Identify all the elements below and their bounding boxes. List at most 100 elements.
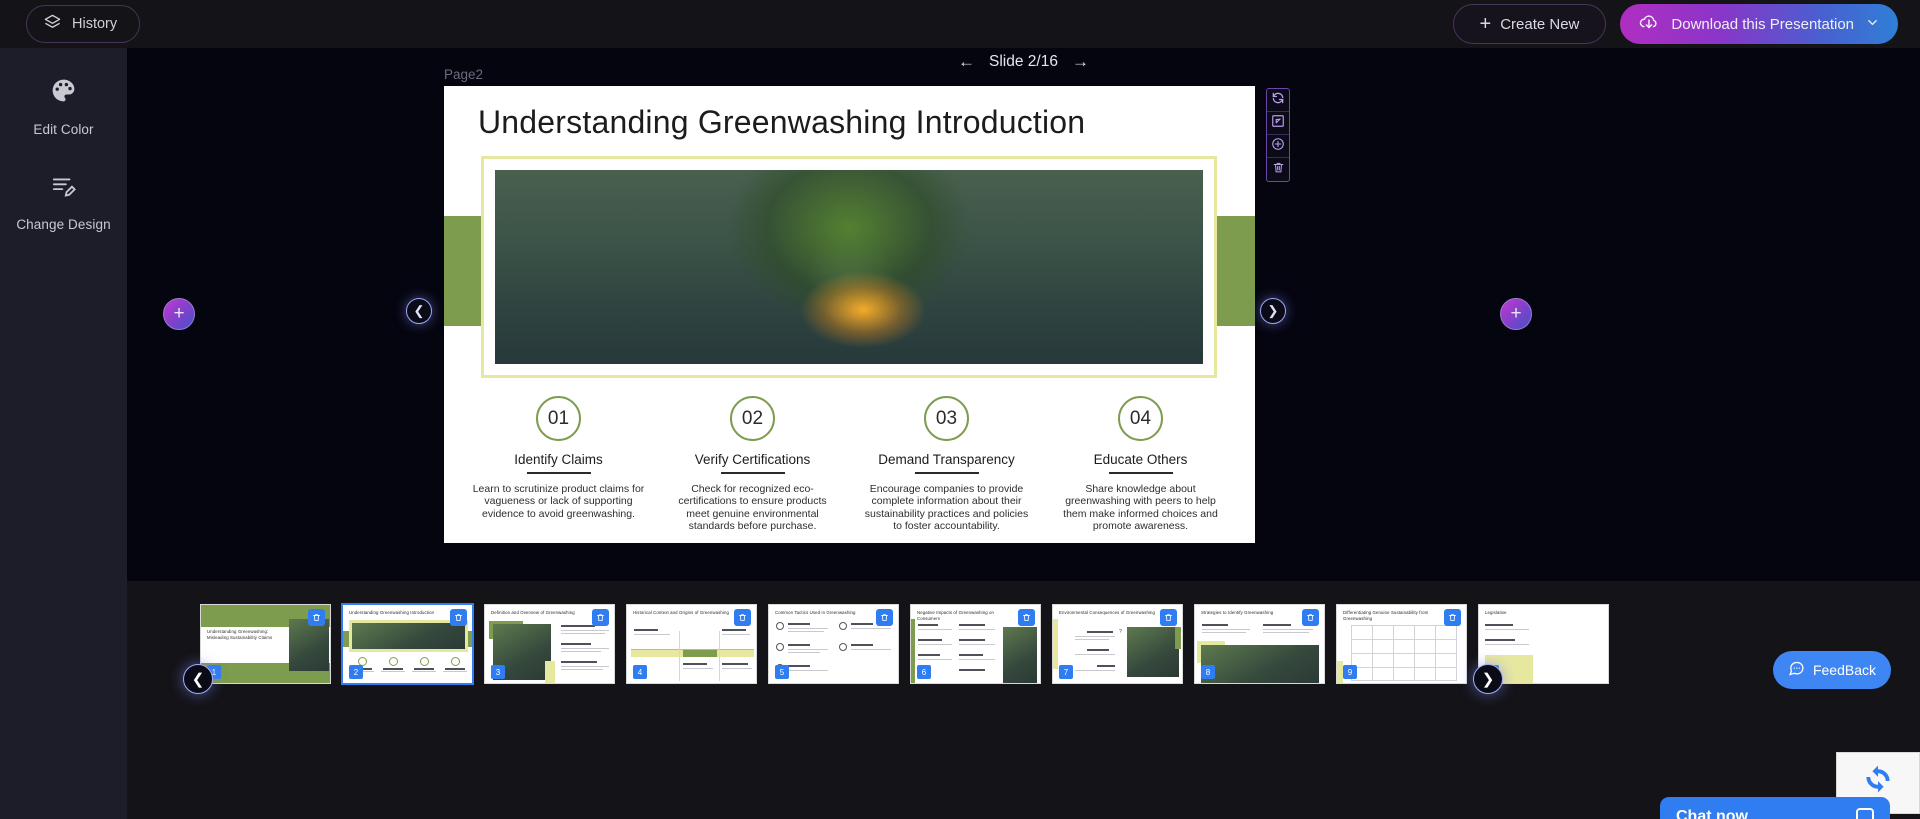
chat-now-widget[interactable]: Chat now bbox=[1660, 797, 1890, 819]
feedback-button[interactable]: FeedBack bbox=[1773, 651, 1891, 689]
slide-canvas[interactable]: Understanding Greenwashing Introduction … bbox=[444, 86, 1255, 543]
slide-tools-toolbar bbox=[1266, 88, 1290, 182]
thumbnail-item[interactable]: Differentiating Genuine Sustainability f… bbox=[1336, 604, 1467, 684]
step-number: 03 bbox=[924, 396, 969, 441]
thumbnail-title: Strategies to Identify Greenwashing bbox=[1201, 610, 1274, 615]
thumbnail-item[interactable]: Understanding Greenwashing: Misleading S… bbox=[200, 604, 331, 684]
slide-steps: 01 Identify Claims Learn to scrutinize p… bbox=[462, 396, 1237, 533]
thumbnail-title: Understanding Greenwashing Introduction bbox=[349, 610, 435, 615]
slide-stage: ← Slide 2/16 → Page2 + + ❮ ❯ Understandi… bbox=[127, 48, 1920, 581]
slide-title: Understanding Greenwashing Introduction bbox=[478, 104, 1086, 140]
thumbnail-delete-button[interactable] bbox=[734, 609, 751, 626]
thumbnail-number: 5 bbox=[775, 665, 789, 679]
thumbnail-title: Historical Context and Origins of Greenw… bbox=[633, 610, 730, 615]
sidebar-item-label: Edit Color bbox=[33, 122, 94, 137]
add-slide-button[interactable] bbox=[1267, 135, 1289, 158]
slide-navigation: ← Slide 2/16 → bbox=[127, 48, 1920, 76]
thumbnail-item[interactable]: Historical Context and Origins of Greenw… bbox=[626, 604, 757, 684]
thumbnail-item[interactable]: Negative Impacts of Greenwashing on Cons… bbox=[910, 604, 1041, 684]
plus-circle-icon bbox=[1271, 137, 1285, 156]
add-slide-right-button[interactable]: + bbox=[1500, 298, 1532, 330]
step-body: Learn to scrutinize product claims for v… bbox=[472, 482, 645, 520]
thumbnail-title: Negative Impacts of Greenwashing on Cons… bbox=[917, 610, 995, 622]
feedback-label: FeedBack bbox=[1812, 662, 1877, 678]
refresh-icon bbox=[1271, 91, 1285, 110]
slide-counter-label: Slide 2/16 bbox=[989, 53, 1058, 70]
download-presentation-label: Download this Presentation bbox=[1671, 15, 1854, 33]
slide-step: 03 Demand Transparency Encourage compani… bbox=[850, 396, 1043, 533]
resize-slide-button[interactable] bbox=[1267, 112, 1289, 135]
step-heading: Educate Others bbox=[1093, 452, 1188, 467]
thumbnail-number: 8 bbox=[1201, 665, 1215, 679]
thumbnail-title: Common Tactics Used in Greenwashing bbox=[775, 610, 856, 615]
arrow-right-icon[interactable]: → bbox=[1072, 52, 1089, 72]
thumbnail-number: 3 bbox=[491, 665, 505, 679]
slide-step: 02 Verify Certifications Check for recog… bbox=[656, 396, 849, 533]
thumbnail-delete-button[interactable] bbox=[1160, 609, 1177, 626]
thumbnail-item-active[interactable]: Understanding Greenwashing Introduction … bbox=[341, 603, 474, 685]
filmstrip-next-button[interactable]: ❯ bbox=[1473, 664, 1503, 694]
step-number: 01 bbox=[536, 396, 581, 441]
thumbnail-delete-button[interactable] bbox=[1302, 609, 1319, 626]
create-new-label: Create New bbox=[1500, 15, 1580, 33]
next-slide-button[interactable]: ❯ bbox=[1260, 298, 1286, 324]
thumbnail-delete-button[interactable] bbox=[450, 609, 467, 626]
arrow-left-icon[interactable]: ← bbox=[958, 52, 975, 72]
chat-now-label: Chat now bbox=[1676, 808, 1748, 819]
left-sidebar: Edit Color Change Design bbox=[0, 48, 127, 819]
previous-slide-button[interactable]: ❮ bbox=[406, 298, 432, 324]
chat-square-icon bbox=[1856, 808, 1874, 819]
presentation-editor-app: History + Create New Download this Prese… bbox=[0, 0, 1920, 819]
sidebar-item-label: Change Design bbox=[16, 217, 111, 232]
thumbnail-title: Environmental Consequences of Greenwashi… bbox=[1059, 610, 1156, 615]
chat-bubble-icon bbox=[1788, 660, 1805, 680]
thumbnail-number: 7 bbox=[1059, 665, 1073, 679]
step-divider bbox=[1108, 472, 1173, 474]
thumbnail-number: 6 bbox=[917, 665, 931, 679]
slide-step: 04 Educate Others Share knowledge about … bbox=[1044, 396, 1237, 533]
step-body: Share knowledge about greenwashing with … bbox=[1063, 482, 1218, 533]
recaptcha-icon bbox=[1862, 765, 1894, 802]
sidebar-item-change-design[interactable]: Change Design bbox=[0, 171, 127, 232]
chevron-down-icon[interactable] bbox=[1865, 15, 1880, 34]
regenerate-slide-button[interactable] bbox=[1267, 89, 1289, 112]
slide-image-frame[interactable] bbox=[481, 156, 1217, 378]
step-divider bbox=[720, 472, 785, 474]
sidebar-item-edit-color[interactable]: Edit Color bbox=[0, 76, 127, 137]
thumbnail-number: 2 bbox=[349, 665, 363, 679]
cloud-download-icon bbox=[1638, 11, 1660, 37]
thumbnail-number: 4 bbox=[633, 665, 647, 679]
thumbnail-title: Definition and Overview of Greenwashing bbox=[491, 610, 575, 615]
thumbnail-delete-button[interactable] bbox=[308, 609, 325, 626]
thumbnail-delete-button[interactable] bbox=[876, 609, 893, 626]
expand-arrows-icon bbox=[1271, 114, 1285, 133]
thumbnail-delete-button[interactable] bbox=[592, 609, 609, 626]
plus-icon: + bbox=[1479, 13, 1492, 35]
layers-icon bbox=[43, 13, 62, 36]
thumbnail-list: Understanding Greenwashing: Misleading S… bbox=[200, 603, 1609, 685]
thumbnail-item[interactable]: Definition and Overview of Greenwashing … bbox=[484, 604, 615, 684]
top-bar: History + Create New Download this Prese… bbox=[0, 0, 1920, 48]
add-slide-left-button[interactable]: + bbox=[163, 298, 195, 330]
step-heading: Demand Transparency bbox=[878, 452, 1015, 467]
step-body: Encourage companies to provide complete … bbox=[864, 482, 1029, 533]
thumbnail-title: Legislative bbox=[1485, 610, 1507, 615]
thumbnail-delete-button[interactable] bbox=[1018, 609, 1035, 626]
step-number: 02 bbox=[730, 396, 775, 441]
thumbnail-delete-button[interactable] bbox=[1444, 609, 1461, 626]
thumbnail-item[interactable]: Common Tactics Used in Greenwashing 5 bbox=[768, 604, 899, 684]
thumbnail-item[interactable]: Strategies to Identify Greenwashing 8 bbox=[1194, 604, 1325, 684]
history-button[interactable]: History bbox=[26, 5, 141, 43]
download-presentation-button[interactable]: Download this Presentation bbox=[1620, 4, 1898, 44]
filmstrip-prev-button[interactable]: ❮ bbox=[183, 664, 213, 694]
palette-icon bbox=[49, 76, 78, 110]
create-new-button[interactable]: + Create New bbox=[1452, 4, 1607, 44]
thumbnail-item[interactable]: Environmental Consequences of Greenwashi… bbox=[1052, 604, 1183, 684]
thumbnail-title: Differentiating Genuine Sustainability f… bbox=[1343, 610, 1429, 622]
delete-slide-button[interactable] bbox=[1267, 158, 1289, 181]
thumbnail-number: 9 bbox=[1343, 665, 1357, 679]
step-body: Check for recognized eco-certifications … bbox=[678, 482, 827, 533]
thumbnail-title: Understanding Greenwashing: Misleading S… bbox=[207, 629, 273, 641]
step-divider bbox=[526, 472, 591, 474]
step-number: 04 bbox=[1118, 396, 1163, 441]
